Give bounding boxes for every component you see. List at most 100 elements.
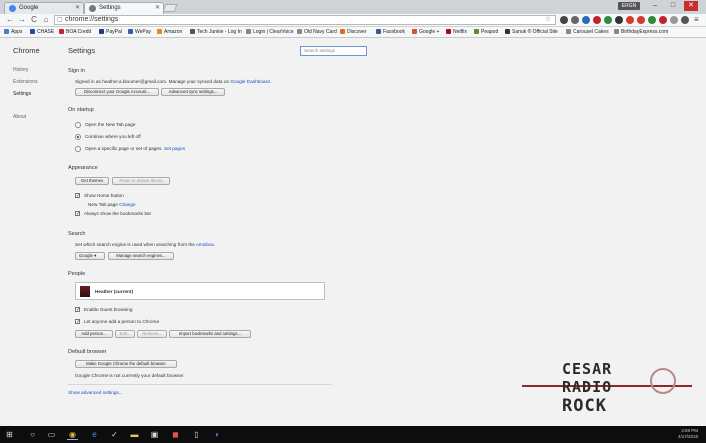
edit-person-button: Edit... (115, 330, 135, 338)
google-dashboard-link[interactable]: Google Dashboard (230, 79, 269, 84)
show-bookmarks-label: Always show the bookmarks bar (84, 211, 152, 216)
bookmark-item[interactable]: Old Navy Card (297, 28, 337, 37)
maximize-button[interactable]: □ (666, 1, 680, 11)
bookmark-item[interactable]: Discover (340, 28, 366, 37)
section-heading-search: Search (68, 231, 86, 237)
home-button[interactable]: ⌂ (41, 15, 51, 25)
advanced-sync-button[interactable]: Advanced sync settings... (161, 88, 225, 96)
search-settings-input[interactable]: Search settings (300, 46, 367, 56)
bookmark-icon (157, 29, 162, 34)
bookmark-item[interactable]: Carousel Cakes (566, 28, 609, 37)
reload-button[interactable]: C (29, 15, 39, 25)
bookmark-item[interactable]: CHASE (30, 28, 54, 37)
profile-list[interactable]: Heather (current) (75, 282, 325, 300)
address-bar[interactable]: ▢ chrome://settings ☆ (54, 15, 556, 25)
bookmark-item[interactable]: Login | ClearVoice (246, 28, 294, 37)
bookmark-item[interactable]: BOA Credit (59, 28, 91, 37)
nav-item-extensions[interactable]: Extensions (13, 79, 37, 85)
omnibox-link[interactable]: omnibox (196, 242, 214, 247)
bookmark-item[interactable]: WePay (128, 28, 151, 37)
app-icon[interactable]: ▯ (191, 429, 202, 440)
nav-item-about[interactable]: About (13, 114, 26, 120)
bookmark-icon (297, 29, 302, 34)
chrome-menu-icon[interactable]: ≡ (694, 15, 699, 24)
clock-date: 4/17/2016 (677, 434, 698, 439)
bookmark-icon (30, 29, 35, 34)
show-home-checkbox[interactable]: ✓ (75, 193, 80, 199)
tab-label: Settings (99, 5, 121, 11)
disconnect-account-button[interactable]: Disconnect your Google Account... (75, 88, 159, 96)
bookmark-icon (376, 29, 381, 34)
startup-radio-newtab[interactable] (75, 122, 81, 128)
app-icon[interactable]: ✓ (109, 429, 120, 440)
page-icon: ▢ (57, 17, 63, 23)
startup-radio-continue[interactable] (75, 134, 81, 140)
extension-icon[interactable] (648, 16, 656, 24)
bookmark-item[interactable]: PayPal (99, 28, 122, 37)
chrome-icon[interactable]: ◉ (67, 429, 78, 440)
new-tab-button[interactable] (162, 4, 178, 12)
bookmark-item[interactable]: BirthdayExpress.com (614, 28, 668, 37)
bookmark-item[interactable]: Peapod (474, 28, 498, 37)
extension-icon[interactable] (681, 16, 689, 24)
tab-settings[interactable]: Settings ✕ (84, 2, 164, 14)
store-icon[interactable]: ▣ (149, 429, 160, 440)
profile-chip[interactable]: ERGN (618, 2, 640, 10)
taskbar: ⊞ ○ ▭ ◉ e ✓ ▬ ▣ ◼ ▯ ◐ 3:59 PM 4/17/2016 (0, 426, 706, 443)
edge-icon[interactable]: e (89, 429, 100, 440)
bookmark-item[interactable]: Google + (412, 28, 439, 37)
extension-icon[interactable] (637, 16, 645, 24)
get-themes-button[interactable]: Get themes (75, 177, 109, 185)
make-default-browser-button[interactable]: Make Google Chrome the default browser (75, 360, 177, 368)
close-window-button[interactable]: ✕ (684, 1, 698, 11)
app-icon[interactable]: ◼ (170, 429, 181, 440)
back-button[interactable]: ← (5, 15, 15, 25)
app-icon[interactable]: ◐ (212, 429, 223, 440)
show-bookmarks-checkbox[interactable]: ✓ (75, 211, 80, 217)
search-icon[interactable]: ○ (27, 429, 38, 440)
bookmark-item[interactable]: Sanuk ® Official Site (505, 28, 558, 37)
close-tab-icon[interactable]: ✕ (75, 3, 80, 14)
show-advanced-settings-link[interactable]: Show advanced settings... (68, 390, 123, 395)
extension-icon[interactable] (659, 16, 667, 24)
extension-icon[interactable] (593, 16, 601, 24)
start-windows-icon[interactable]: ⊞ (4, 429, 15, 440)
search-engine-select[interactable]: Google ▾ (75, 252, 105, 260)
anyone-add-person-checkbox[interactable]: ✓ (75, 319, 80, 325)
change-link[interactable]: Change (119, 202, 135, 207)
extension-icon[interactable] (670, 16, 678, 24)
bookmark-icon (59, 29, 64, 34)
guest-browsing-checkbox[interactable]: ✓ (75, 307, 80, 313)
divider (68, 384, 332, 385)
nav-item-settings[interactable]: Settings (13, 91, 31, 97)
extension-icon[interactable] (604, 16, 612, 24)
nav-item-history[interactable]: History (13, 67, 29, 73)
import-bookmarks-button[interactable]: Import bookmarks and settings... (169, 330, 251, 338)
extension-icon[interactable] (582, 16, 590, 24)
bookmark-item[interactable]: Amazon (157, 28, 182, 37)
bookmark-item[interactable]: Netflix (446, 28, 467, 37)
system-clock[interactable]: 3:59 PM 4/17/2016 (678, 428, 698, 440)
manage-search-engines-button[interactable]: Manage search engines... (108, 252, 174, 260)
extension-icon[interactable] (615, 16, 623, 24)
add-person-button[interactable]: Add person... (75, 330, 113, 338)
file-explorer-icon[interactable]: ▬ (129, 429, 140, 440)
bookmark-item[interactable]: Tech Junkie - Log In (190, 28, 242, 37)
extension-icon[interactable] (626, 16, 634, 24)
startup-radio-specific[interactable] (75, 146, 81, 152)
bookmarks-bar: Apps CHASE BOA Credit PayPal WePay Amazo… (0, 27, 706, 38)
extension-icon[interactable] (571, 16, 579, 24)
section-heading-appearance: Appearance (68, 165, 98, 171)
bookmark-item[interactable]: Facebook (376, 28, 405, 37)
bookmark-item[interactable]: Apps (4, 28, 22, 37)
task-view-icon[interactable]: ▭ (46, 429, 57, 440)
bookmark-star-icon[interactable]: ☆ (545, 16, 551, 24)
forward-button[interactable]: → (17, 15, 27, 25)
close-tab-icon[interactable]: ✕ (155, 3, 160, 14)
bookmark-icon (340, 29, 345, 34)
tab-google[interactable]: Google ✕ (4, 2, 84, 14)
minimize-button[interactable]: – (648, 1, 662, 11)
set-pages-link[interactable]: Set pages (164, 146, 185, 151)
extension-icon[interactable] (560, 16, 568, 24)
show-home-label: Show Home button (84, 193, 124, 198)
